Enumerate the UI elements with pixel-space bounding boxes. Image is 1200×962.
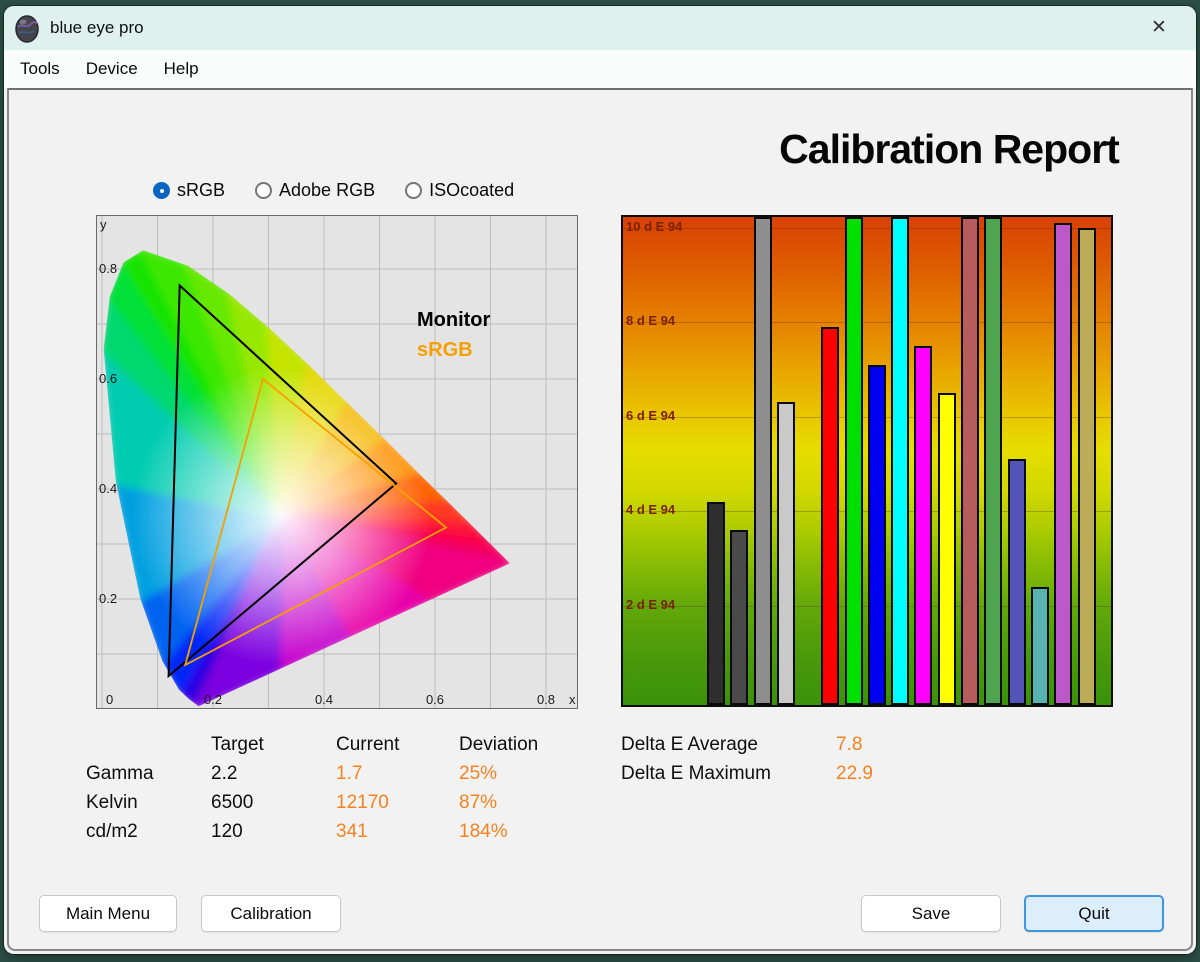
main-menu-button[interactable]: Main Menu	[39, 895, 177, 932]
de-grid-label-8: 8 d E 94	[626, 313, 676, 328]
svg-text:0.4: 0.4	[99, 481, 117, 496]
radio-label: ISOcoated	[429, 180, 515, 200]
cell-kelvin-target: 6500	[211, 791, 254, 813]
profile-radio-group: sRGB Adobe RGB ISOcoated	[153, 180, 514, 201]
delta-e-maximum-value: 22.9	[836, 762, 873, 784]
de-grid-label-10: 10 d E 94	[626, 218, 683, 234]
delta-e-bar-chart: 10 d E 94 8 d E 94 6 d E 94 4 d E 94 2 d E 9…	[621, 215, 1113, 707]
calibration-button[interactable]: Calibration	[201, 895, 341, 932]
legend-monitor: Monitor	[417, 309, 491, 331]
quit-button[interactable]: Quit	[1024, 895, 1164, 932]
save-button[interactable]: Save	[861, 895, 1001, 932]
de-grid-label-4: 4 d E 94	[626, 502, 676, 517]
svg-text:0.8: 0.8	[537, 692, 555, 707]
delta-e-summary: Delta E Average 7.8 Delta E Maximum 22.9	[621, 730, 873, 788]
close-icon[interactable]: ✕	[1146, 15, 1172, 41]
svg-text:0.8: 0.8	[99, 261, 117, 276]
cell-gamma-current: 1.7	[336, 762, 363, 784]
de-gridline-10	[623, 227, 1111, 229]
cie-chromaticity-chart: y x 0 0.2 0.4 0.6 0.8 0.2 0.4 0.6 0.8 Monitor sRGB	[96, 215, 578, 709]
cell-kelvin-deviation: 87%	[459, 791, 498, 813]
desktop: { "window": { "title": "blue eye pro", "…	[0, 0, 1200, 962]
de-gridline-8	[623, 322, 1111, 323]
svg-text:0.6: 0.6	[426, 692, 444, 707]
radio-label: Adobe RGB	[279, 180, 376, 200]
cell-cdm2-deviation: 184%	[459, 820, 508, 842]
de-bar-magenta	[914, 345, 933, 705]
row-label-kelvin: Kelvin	[86, 791, 138, 813]
cell-gamma-deviation: 25%	[459, 762, 498, 784]
cell-cdm2-current: 341	[336, 820, 368, 842]
de-bar-cyan	[891, 217, 910, 705]
radio-icon[interactable]	[405, 182, 423, 199]
svg-text:y: y	[100, 217, 107, 232]
menu-item-device[interactable]: Device	[73, 52, 151, 86]
de-bar-brick	[961, 217, 979, 705]
de-bar-gray-dark-2	[730, 529, 749, 705]
menu-item-tools[interactable]: Tools	[7, 52, 73, 86]
table-header-target: Target	[211, 733, 264, 755]
radio-icon[interactable]	[255, 182, 273, 199]
de-bar-leaf-green	[984, 217, 1003, 705]
table-header-current: Current	[336, 733, 400, 755]
delta-e-maximum-row: Delta E Maximum 22.9	[621, 759, 873, 788]
cell-kelvin-current: 12170	[336, 791, 389, 813]
svg-text:0.6: 0.6	[99, 371, 117, 386]
de-bar-gray-dark-1	[707, 501, 725, 705]
report-title: Calibration Report	[779, 126, 1120, 172]
cell-gamma-target: 2.2	[211, 762, 238, 784]
delta-e-maximum-label: Delta E Maximum	[621, 762, 771, 784]
de-bar-khaki	[1077, 227, 1096, 705]
delta-e-average-row: Delta E Average 7.8	[621, 730, 873, 759]
row-label-cdm2: cd/m2	[86, 820, 138, 842]
menu-bar: Tools Device Help	[4, 50, 1196, 88]
app-window: blue eye pro ✕ Tools Device Help sRGB Adobe…	[4, 6, 1196, 954]
radio-option-srgb[interactable]: sRGB	[153, 180, 225, 201]
svg-text:0.2: 0.2	[99, 591, 117, 606]
cie-legend: Monitor sRGB	[417, 309, 491, 361]
de-bar-yellow	[937, 392, 956, 705]
de-bar-red	[821, 326, 840, 705]
svg-text:0.2: 0.2	[204, 692, 222, 707]
delta-e-average-label: Delta E Average	[621, 733, 758, 755]
radio-option-isocoated[interactable]: ISOcoated	[405, 180, 514, 201]
row-label-gamma: Gamma	[86, 762, 154, 784]
de-bar-blue	[867, 364, 886, 705]
radio-option-adobe-rgb[interactable]: Adobe RGB	[255, 180, 375, 201]
table-header-deviation: Deviation	[459, 733, 539, 755]
menu-item-help[interactable]: Help	[151, 52, 212, 86]
svg-text:x: x	[569, 692, 576, 707]
svg-text:0: 0	[106, 692, 113, 707]
svg-text:0.4: 0.4	[315, 692, 333, 707]
radio-icon-selected[interactable]	[153, 182, 170, 199]
window-title: blue eye pro	[50, 18, 144, 37]
de-bar-green	[844, 217, 863, 705]
radio-label: sRGB	[177, 180, 226, 200]
de-grid-label-6: 6 d E 94	[626, 407, 676, 423]
de-bar-teal	[1030, 586, 1049, 705]
de-bar-gray-mid	[753, 217, 772, 705]
de-bar-gray-light	[776, 402, 795, 705]
title-bar[interactable]: blue eye pro ✕	[4, 6, 1196, 50]
measurement-table: Target Current Deviation Gamma 2.2 1.7 25% Kelv…	[86, 730, 579, 846]
content-area: sRGB Adobe RGB ISOcoated Calibration Repor…	[7, 88, 1193, 951]
de-grid-label-2: 2 d E 94	[626, 596, 676, 612]
cell-cdm2-target: 120	[211, 820, 243, 842]
app-icon	[15, 15, 39, 43]
de-bar-orchid	[1054, 222, 1073, 705]
legend-srgb: sRGB	[417, 339, 473, 361]
de-bar-slate-blue	[1007, 459, 1026, 705]
delta-e-average-value: 7.8	[836, 733, 863, 755]
